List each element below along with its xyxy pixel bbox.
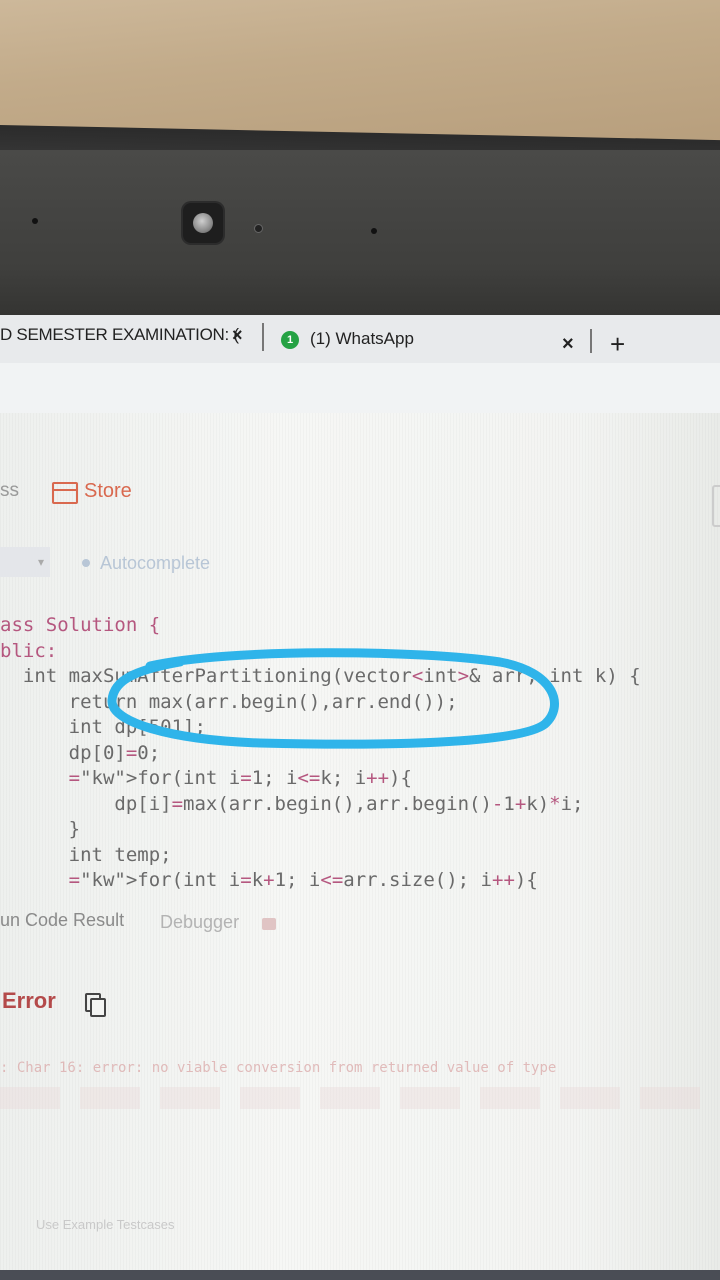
code-line: } [0,818,81,840]
code-line: dp[0]=0; [0,741,161,764]
lock-icon [262,918,276,930]
webcam-icon [183,203,223,243]
tab-exam[interactable]: D SEMESTER EXAMINATION: ( [0,325,239,345]
language-dropdown[interactable]: ▾ [0,547,50,577]
code-line: ass Solution { [0,614,161,636]
tab-debugger[interactable]: Debugger [160,912,239,933]
whatsapp-icon: 1 [281,331,299,349]
error-message: : Char 16: error: no viable conversion f… [0,1060,557,1076]
tab-close-icon[interactable]: × [232,325,243,346]
code-line: int dp[501]; [0,716,206,738]
tab-divider [262,323,264,351]
use-example-testcases[interactable]: Use Example Testcases [36,1217,175,1232]
store-icon [52,482,78,504]
autocomplete-label[interactable]: Autocomplete [100,553,210,574]
code-line: dp[i]=max(arr.begin(),arr.begin()-1+k)*i… [0,792,584,815]
code-line: int temp; [0,843,172,866]
screen-bottom-edge [0,1270,720,1280]
profile-button-edge[interactable] [712,485,720,527]
laptop-screen: D SEMESTER EXAMINATION: ( × 1 (1) WhatsA… [0,315,720,1280]
laptop-bezel [0,150,720,320]
store-link[interactable]: Store [84,480,132,503]
error-message-continued [0,1087,720,1109]
new-tab-button[interactable]: + [610,329,625,360]
tab-close-icon[interactable]: × [562,333,574,356]
tab-whatsapp[interactable]: (1) WhatsApp [310,329,414,349]
nav-item-fragment[interactable]: ss [0,480,19,502]
tab-run-code-result[interactable]: un Code Result [0,910,124,931]
address-bar-area [0,363,720,413]
tab-divider [590,329,592,353]
copy-icon[interactable] [85,993,106,1017]
bezel-sensor-dot [32,218,38,224]
code-line: int maxSumAfterPartitioning(vector<int>&… [0,665,641,687]
bezel-sensor-dot [371,228,377,234]
chevron-down-icon: ▾ [37,555,44,569]
code-line: ="kw">for(int i=k+1; i<=arr.size(); i++)… [68,869,538,891]
autocomplete-toggle-icon[interactable] [82,559,90,567]
camera-light-icon [254,224,263,233]
code-line: return max(arr.begin(),arr.end()); [0,690,458,713]
result-status: Error [2,988,56,1013]
code-editor[interactable]: ass Solution { blic: int maxSumAfterPart… [0,613,641,894]
code-line: ="kw">for(int i=1; i<=k; i++){ [68,767,412,789]
code-line: blic: [0,639,58,662]
browser-tab-bar: D SEMESTER EXAMINATION: ( × 1 (1) WhatsA… [0,315,720,363]
